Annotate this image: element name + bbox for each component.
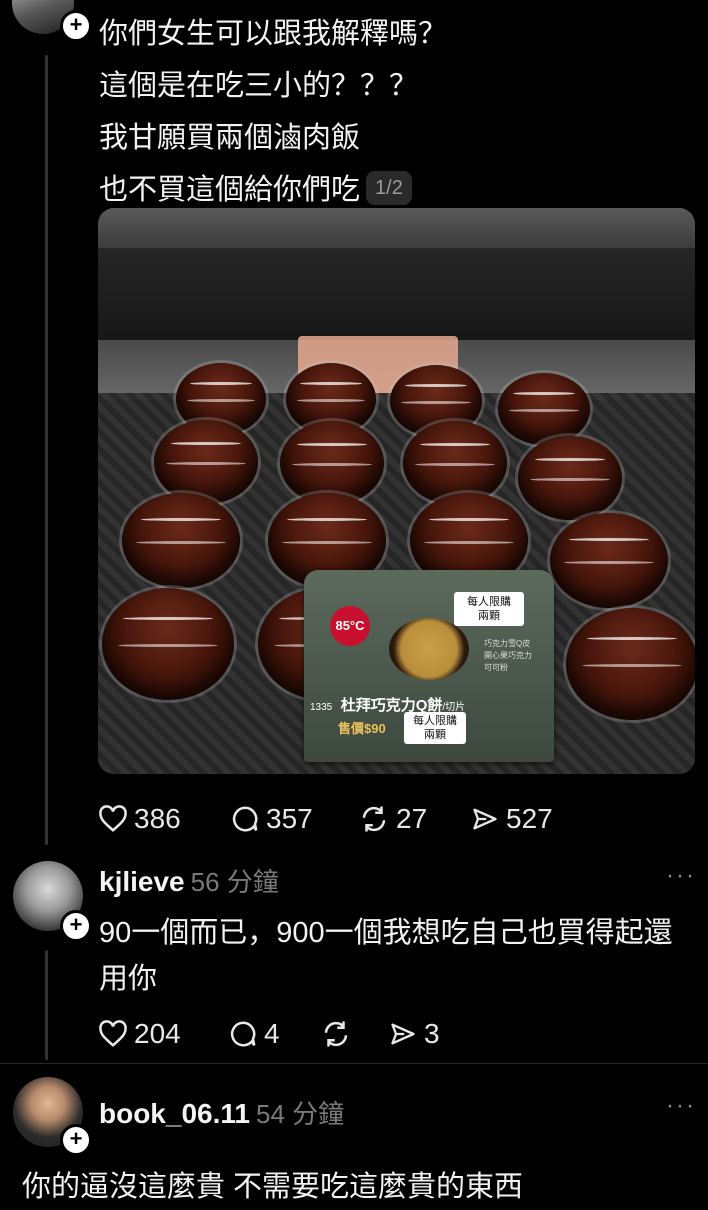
post-line-text: 也不買這個給你們吃 xyxy=(99,174,361,206)
like-action[interactable]: 204 xyxy=(98,1018,228,1050)
like-action[interactable]: 386 xyxy=(98,803,230,835)
send-icon xyxy=(391,1023,415,1045)
like-count: 386 xyxy=(134,803,181,834)
follow-plus-icon[interactable]: + xyxy=(60,910,92,942)
post-actions: 386 357 27 527 xyxy=(98,803,570,835)
comment-icon xyxy=(230,1021,256,1047)
brand-logo: 85°C xyxy=(330,606,370,646)
thread-line xyxy=(45,950,48,1060)
repost-count: 27 xyxy=(396,803,428,834)
cake-dome xyxy=(518,436,622,520)
post-line: 你們女生可以跟我解釋嗎？ xyxy=(99,18,448,50)
display-case-top xyxy=(98,208,695,248)
post-text: 你們女生可以跟我解釋嗎？ 這個是在吃三小的？？？ 我甘願買兩個滷肉飯 也不買這個… xyxy=(99,8,447,216)
price-sign: 85°C 每人限購 兩顆 巧克力雪Q皮 開心果巧克力 可可粉 1335 杜拜巧克… xyxy=(304,570,554,762)
ingredient-notes: 巧克力雪Q皮 開心果巧克力 可可粉 xyxy=(484,638,532,674)
reply-username[interactable]: book_06.11 xyxy=(99,1098,250,1129)
repost-icon xyxy=(324,1021,348,1047)
cake-dome xyxy=(550,513,668,608)
post-image[interactable]: 85°C 每人限購 兩顆 巧克力雪Q皮 開心果巧克力 可可粉 1335 杜拜巧克… xyxy=(98,208,695,774)
image-pager-badge: 1/2 xyxy=(366,171,412,206)
repost-action[interactable]: 27 xyxy=(358,803,470,835)
badge-line: 每人限購 xyxy=(467,596,511,608)
more-options-icon[interactable]: ··· xyxy=(666,1092,696,1120)
repost-icon xyxy=(362,806,386,832)
cake-dome xyxy=(498,373,590,445)
heart-icon xyxy=(99,1020,127,1047)
comment-action[interactable]: 357 xyxy=(230,803,358,835)
like-count: 204 xyxy=(134,1018,181,1049)
comment-count: 4 xyxy=(264,1018,280,1049)
badge-line: 每人限購 xyxy=(413,715,457,727)
cake-dome xyxy=(122,493,240,588)
note-line: 可可粉 xyxy=(484,663,508,672)
repost-action[interactable] xyxy=(320,1018,388,1050)
product-price: 售價$90 xyxy=(338,721,386,736)
note-line: 開心果巧克力 xyxy=(484,651,532,660)
cake-dome xyxy=(102,588,234,700)
send-icon xyxy=(473,808,497,830)
comment-icon xyxy=(232,806,258,832)
more-options-icon[interactable]: ··· xyxy=(666,862,696,890)
reply-header: book_06.11 54 分鐘 xyxy=(99,1094,344,1131)
display-case-beam xyxy=(98,248,695,340)
comment-action[interactable]: 4 xyxy=(228,1018,320,1050)
share-action[interactable]: 3 xyxy=(388,1018,468,1050)
reply-header: kjlieve 56 分鐘 xyxy=(99,862,279,899)
share-count: 3 xyxy=(424,1018,440,1049)
thread-line xyxy=(45,55,48,845)
note-line: 巧克力雪Q皮 xyxy=(484,639,531,648)
cake-dome xyxy=(154,420,258,504)
reply-timestamp: 56 分鐘 xyxy=(190,867,279,897)
badge-line: 兩顆 xyxy=(424,729,446,741)
reply-actions: 204 4 3 xyxy=(98,1018,468,1050)
reply-text: 90一個而已，900一個我想吃自己也買得起還用你 xyxy=(99,917,673,995)
limit-badge-top: 每人限購 兩顆 xyxy=(454,592,524,626)
cake-dome xyxy=(403,421,507,505)
follow-plus-icon[interactable]: + xyxy=(60,1124,92,1156)
cake-dome xyxy=(566,608,695,720)
post-line: 我甘願買兩個滷肉飯 xyxy=(99,122,361,154)
divider xyxy=(0,1063,708,1064)
cake-cross-section xyxy=(389,618,469,680)
share-count: 527 xyxy=(506,803,553,834)
share-action[interactable]: 527 xyxy=(470,803,570,835)
follow-plus-icon[interactable]: + xyxy=(60,10,92,42)
post-line: 這個是在吃三小的？？？ xyxy=(99,70,419,102)
reply-text: 你的逼沒這麼貴 不需要吃這麼貴的東西 xyxy=(22,1171,524,1203)
heart-icon xyxy=(99,805,127,832)
product-code: 1335 xyxy=(310,702,333,713)
reply-username[interactable]: kjlieve xyxy=(99,866,185,897)
limit-badge-bottom: 每人限購 兩顆 xyxy=(404,712,466,744)
comment-count: 357 xyxy=(266,803,313,834)
reply-timestamp: 54 分鐘 xyxy=(255,1099,345,1129)
badge-line: 兩顆 xyxy=(478,610,500,622)
